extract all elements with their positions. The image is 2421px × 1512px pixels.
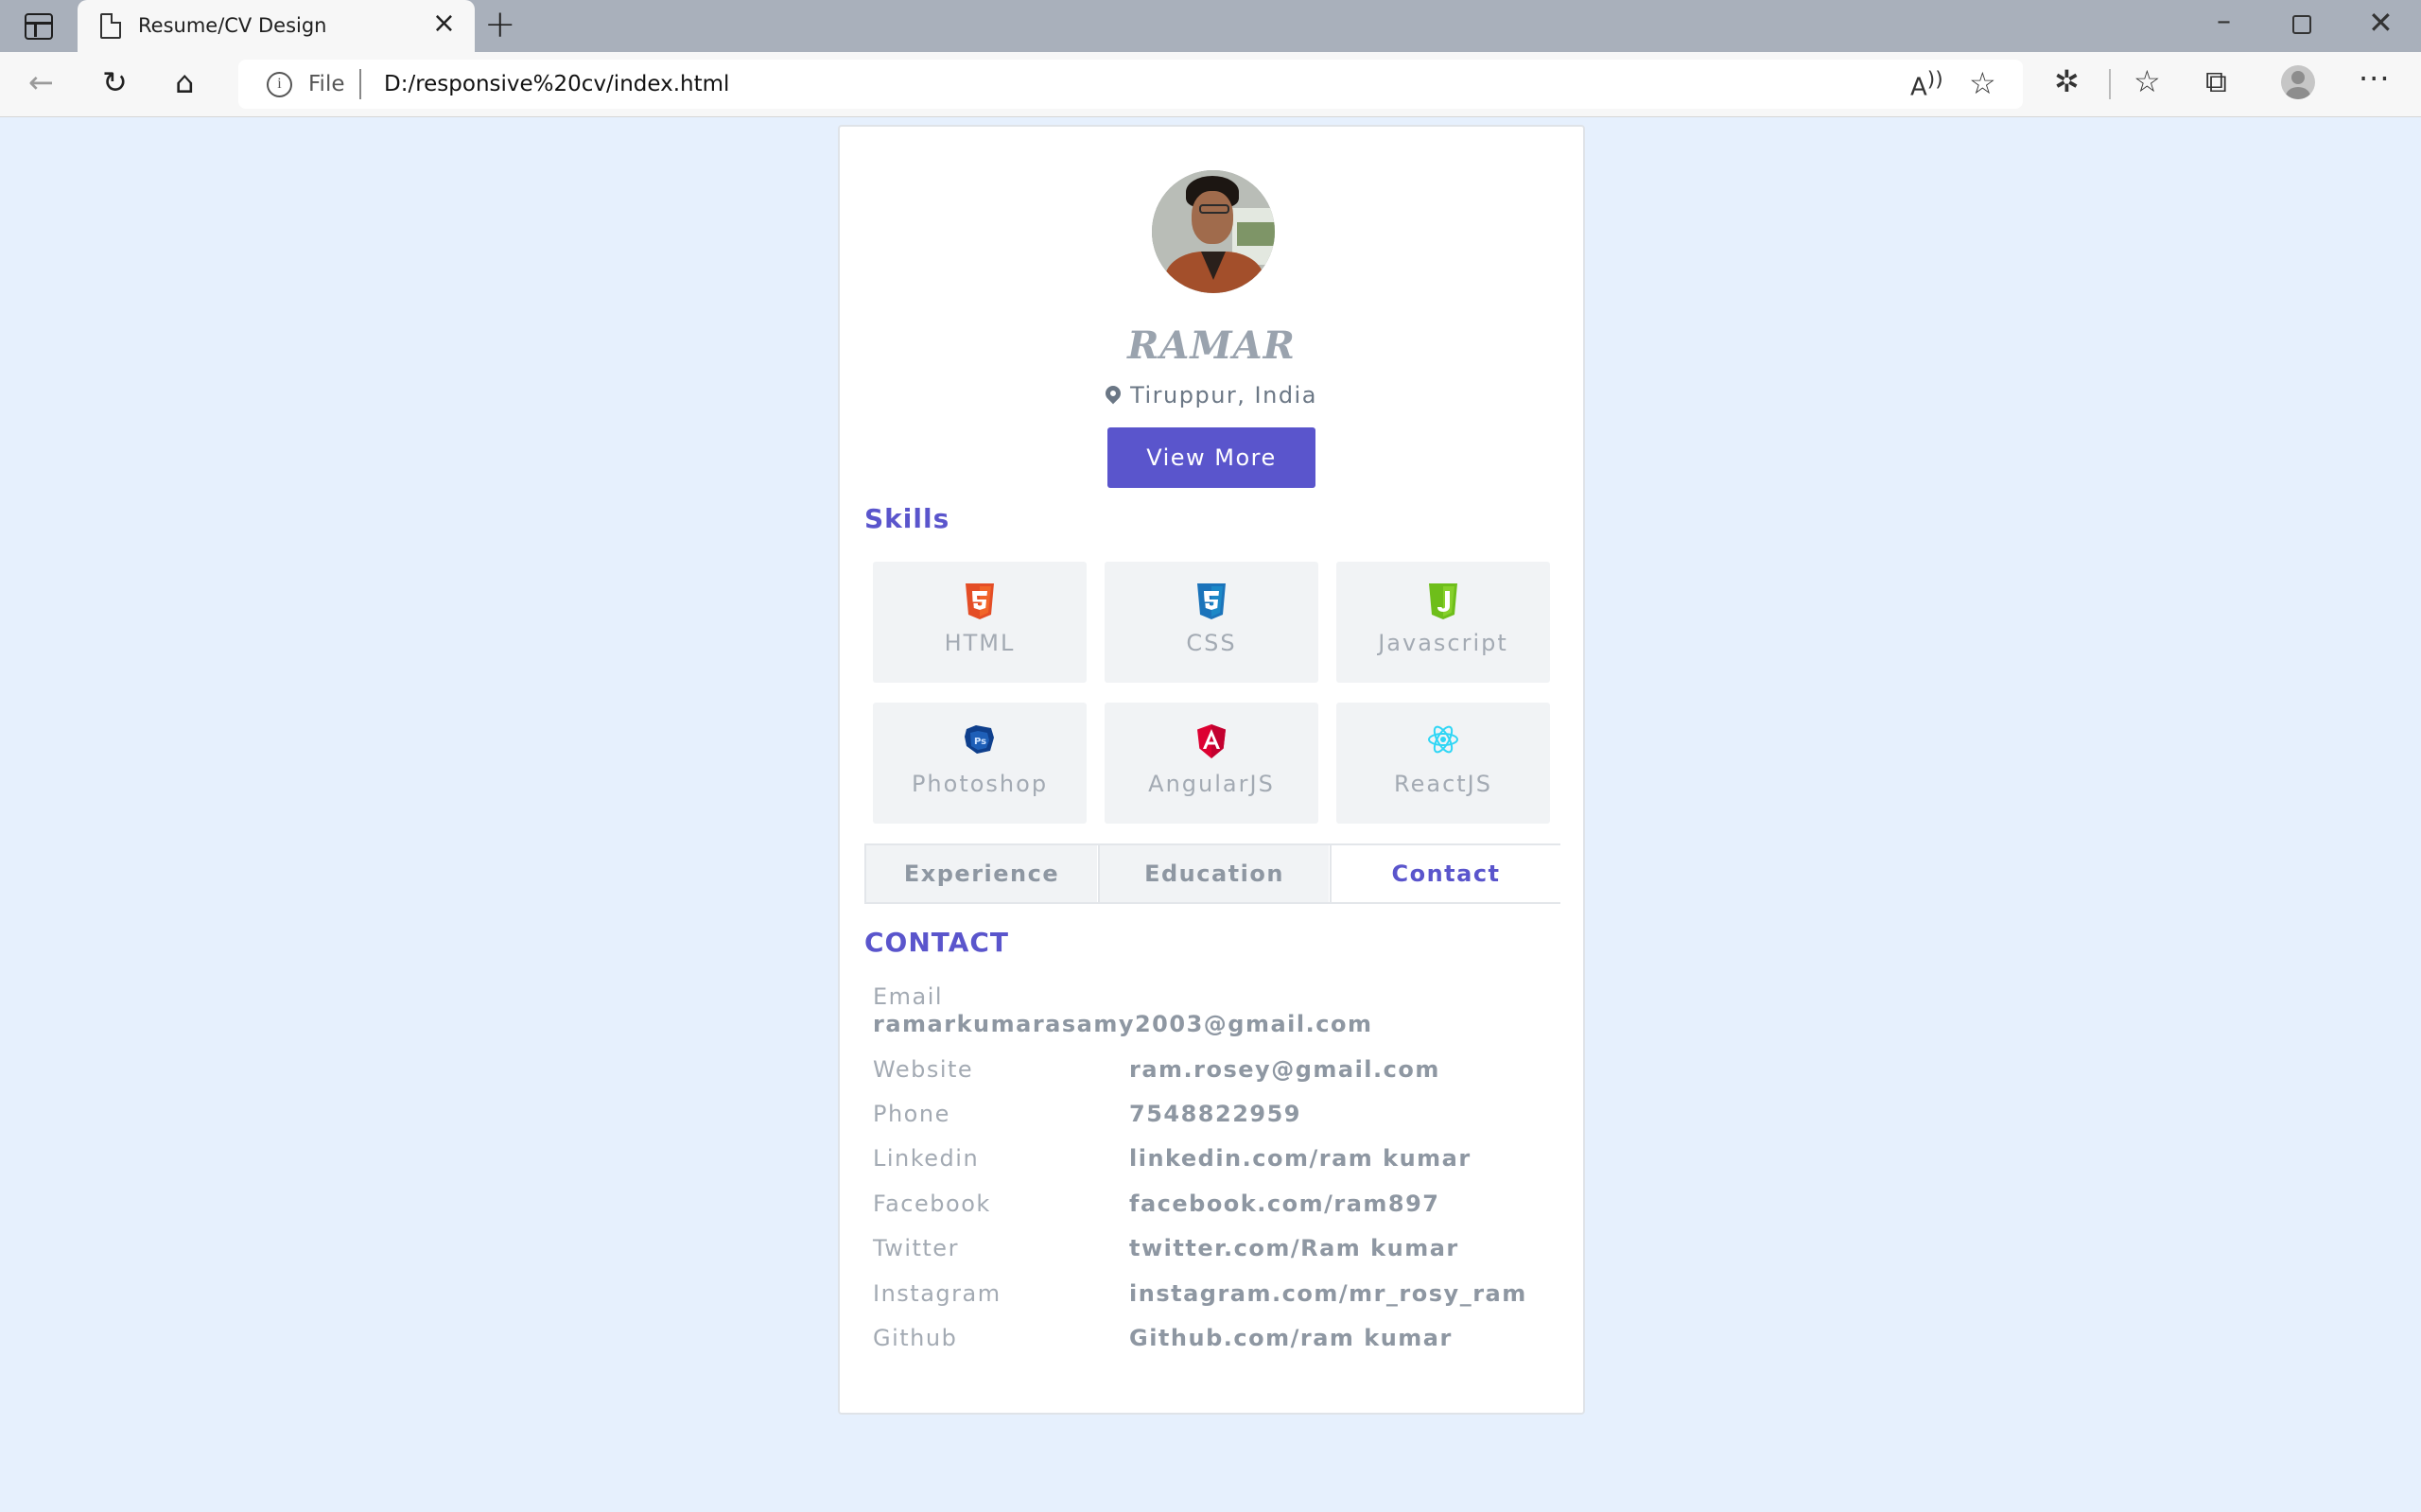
back-arrow-icon[interactable]: ←: [28, 67, 54, 97]
contact-label-phone: Phone: [873, 1101, 950, 1127]
contact-label-facebook: Facebook: [873, 1190, 991, 1217]
skill-label: Photoshop: [911, 771, 1049, 797]
skill-tile-reactjs: ReactJS: [1336, 703, 1550, 824]
document-icon: [100, 13, 121, 39]
contact-value-linkedin: linkedin.com/ram kumar: [1129, 1145, 1472, 1172]
section-tabs: Experience Education Contact: [864, 843, 1560, 904]
collections-icon[interactable]: ⧉: [2205, 66, 2227, 96]
new-tab-icon[interactable]: +: [484, 6, 516, 43]
browser-tab[interactable]: Resume/CV Design ×: [78, 0, 475, 52]
tab-contact[interactable]: Contact: [1330, 845, 1560, 902]
address-url[interactable]: D:/responsive%20cv/index.html: [384, 72, 729, 96]
skill-tile-angularjs: AngularJS: [1105, 703, 1318, 824]
address-scheme: File: [308, 72, 345, 96]
skill-tile-photoshop: Ps Photoshop: [873, 703, 1087, 824]
contact-value-github: Github.com/ram kumar: [1129, 1325, 1453, 1351]
minimize-icon[interactable]: –: [2217, 8, 2231, 36]
read-aloud-icon[interactable]: A)): [1910, 68, 1943, 102]
add-favorite-icon[interactable]: ☆: [1969, 65, 1996, 101]
location-text: Tiruppur, India: [1130, 382, 1317, 408]
contact-label-github: Github: [873, 1325, 958, 1351]
contact-value-phone: 7548822959: [1129, 1101, 1301, 1127]
profile-photo: [1152, 170, 1275, 293]
maximize-icon[interactable]: [2292, 15, 2311, 34]
close-tab-icon[interactable]: ×: [432, 9, 456, 38]
tab-actions-icon[interactable]: [25, 13, 53, 40]
tab-experience[interactable]: Experience: [866, 845, 1097, 902]
favorites-icon[interactable]: ☆: [2134, 66, 2161, 96]
resume-card: RAMAR Tiruppur, India View More Skills H…: [838, 125, 1585, 1415]
skill-label: HTML: [944, 630, 1016, 656]
skill-label: AngularJS: [1148, 771, 1275, 797]
profile-name: RAMAR: [1127, 323, 1296, 368]
profile-location: Tiruppur, India: [840, 382, 1583, 408]
skill-label: Javascript: [1378, 630, 1508, 656]
contact-value-instagram: instagram.com/mr_rosy_ram: [1129, 1280, 1527, 1307]
contact-label-twitter: Twitter: [873, 1235, 959, 1261]
skill-tile-javascript: Javascript: [1336, 562, 1550, 683]
extensions-icon[interactable]: ✲: [2054, 66, 2080, 96]
tab-title: Resume/CV Design: [138, 14, 327, 37]
skill-tile-html: HTML: [873, 562, 1087, 683]
svg-text:Ps: Ps: [974, 737, 986, 747]
location-pin-icon: [1102, 382, 1124, 405]
tab-education[interactable]: Education: [1098, 845, 1329, 902]
contact-value-email: ramarkumarasamy2003@gmail.com: [873, 1011, 1373, 1037]
contact-value-twitter: twitter.com/Ram kumar: [1129, 1235, 1459, 1261]
browser-toolbar: ← ↻ ⌂ i File D:/responsive%20cv/index.ht…: [0, 52, 2421, 117]
info-icon[interactable]: i: [267, 72, 292, 97]
angular-icon: [1197, 724, 1226, 758]
more-options-icon[interactable]: ···: [2359, 63, 2391, 94]
photoshop-icon: Ps: [965, 725, 994, 754]
home-icon[interactable]: ⌂: [175, 67, 194, 97]
address-bar[interactable]: i File D:/responsive%20cv/index.html A))…: [238, 60, 2023, 109]
skills-heading: Skills: [864, 503, 950, 534]
css3-icon: [1197, 583, 1226, 619]
address-separator: [359, 69, 361, 99]
contact-label-linkedin: Linkedin: [873, 1145, 980, 1172]
window-close-icon[interactable]: ✕: [2368, 8, 2394, 38]
contact-value-website: ram.rosey@gmail.com: [1129, 1056, 1440, 1083]
contact-value-facebook: facebook.com/ram897: [1129, 1190, 1440, 1217]
contact-label-email: Email: [873, 983, 944, 1010]
javascript-icon: [1429, 583, 1457, 619]
profile-avatar-icon[interactable]: [2281, 65, 2315, 99]
html5-icon: [966, 583, 994, 619]
skill-label: CSS: [1186, 630, 1237, 656]
view-more-button[interactable]: View More: [1107, 427, 1315, 488]
contact-heading: CONTACT: [864, 927, 1010, 958]
skill-label: ReactJS: [1394, 771, 1492, 797]
reload-icon[interactable]: ↻: [102, 67, 128, 97]
contact-label-website: Website: [873, 1056, 974, 1083]
toolbar-separator: [2109, 69, 2111, 99]
skill-tile-css: CSS: [1105, 562, 1318, 683]
react-icon: [1428, 725, 1458, 754]
contact-label-instagram: Instagram: [873, 1280, 1001, 1307]
browser-tab-bar: Resume/CV Design × + – ✕: [0, 0, 2421, 52]
